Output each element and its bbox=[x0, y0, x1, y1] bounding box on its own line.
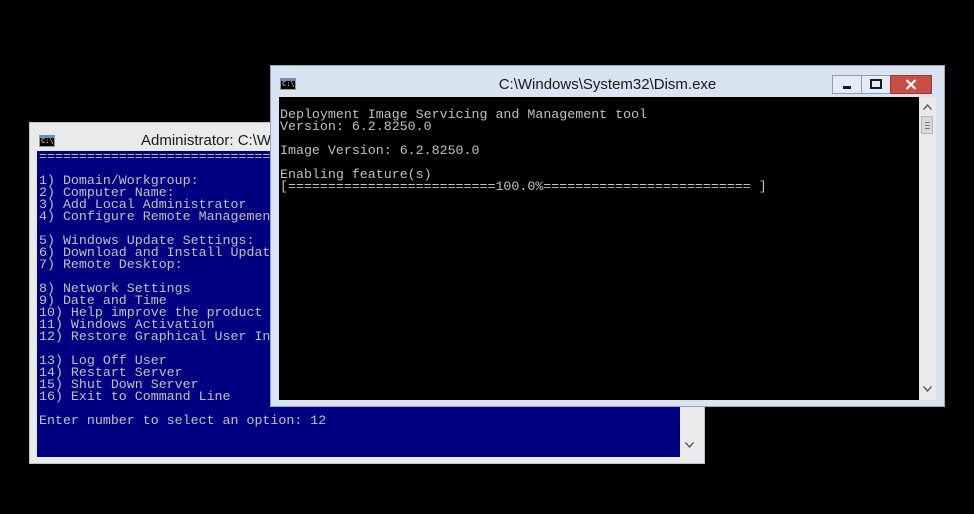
scroll-down-button[interactable] bbox=[919, 381, 936, 397]
caption-buttons bbox=[832, 75, 942, 94]
close-icon bbox=[905, 79, 917, 90]
console-line: 16) Exit to Command Line bbox=[39, 389, 231, 404]
dism-titlebar[interactable]: C:\. C:\Windows\System32\Dism.exe bbox=[271, 66, 944, 96]
dism-console[interactable]: Deployment Image Servicing and Managemen… bbox=[279, 97, 919, 400]
maximize-button[interactable] bbox=[861, 75, 891, 94]
minimize-icon bbox=[843, 86, 851, 89]
vertical-scrollbar[interactable] bbox=[919, 97, 936, 400]
close-button[interactable] bbox=[890, 75, 932, 94]
console-line: 7) Remote Desktop: bbox=[39, 257, 183, 272]
chevron-down-icon bbox=[923, 386, 932, 392]
console-line: Enter number to select an option: 12 bbox=[39, 413, 327, 428]
dism-window[interactable]: C:\. C:\Windows\System32\Dism.exe Deploy… bbox=[270, 65, 945, 407]
maximize-icon bbox=[870, 79, 882, 89]
cmd-icon: C:\. bbox=[39, 135, 58, 147]
scroll-down-button[interactable] bbox=[681, 437, 697, 453]
window-title: Administrator: C:\W bbox=[141, 132, 272, 149]
console-line: 12) Restore Graphical User In bbox=[39, 329, 271, 344]
console-line: [==========================100.0%=======… bbox=[280, 179, 767, 194]
console-line: 4) Configure Remote Managemen bbox=[39, 209, 271, 224]
minimize-button[interactable] bbox=[832, 75, 862, 94]
scroll-thumb[interactable] bbox=[921, 116, 933, 134]
chevron-down-icon bbox=[684, 442, 694, 448]
console-line: Version: 6.2.8250.0 bbox=[280, 119, 432, 134]
scroll-up-button[interactable] bbox=[919, 99, 936, 115]
console-line: Image Version: 6.2.8250.0 bbox=[280, 143, 480, 158]
console-output: Deployment Image Servicing and Managemen… bbox=[279, 97, 919, 193]
chevron-up-icon bbox=[923, 104, 932, 110]
